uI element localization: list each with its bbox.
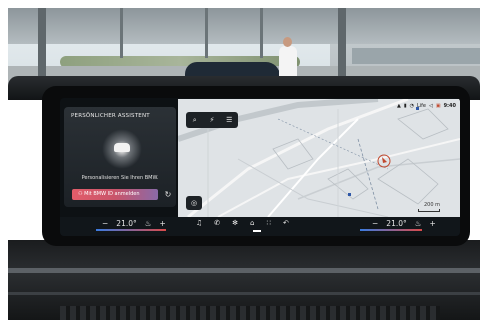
roof-beam xyxy=(260,8,263,58)
assistant-title: PERSÖNLICHER ASSISTENT xyxy=(71,113,150,119)
fan-icon[interactable]: ✻ xyxy=(232,219,238,227)
temp-down-right-button[interactable]: − xyxy=(372,219,378,228)
infotainment-screen: ▲ ▮ ◔ Life ◁ ▣ 9:40 ⌕ ⚡ ☰ ◎ 200 m PERSÖN… xyxy=(60,98,460,236)
refresh-icon[interactable]: ↻ xyxy=(162,189,174,200)
temp-control-left: − 21.0° ♨ + xyxy=(102,219,166,228)
home-icon[interactable]: ⌂ xyxy=(250,219,254,227)
apps-icon[interactable]: ∷ xyxy=(266,219,270,227)
battery-icon: ▮ xyxy=(403,102,407,109)
personal-assistant-card[interactable]: PERSÖNLICHER ASSISTENT Personalisieren S… xyxy=(64,107,176,207)
clock: 9:40 xyxy=(443,102,456,109)
building-windows xyxy=(352,48,480,64)
signal-icon: ◔ xyxy=(409,102,414,109)
bmw-id-login-button[interactable]: ⚇ Mit BMW ID anmelden xyxy=(72,189,158,200)
login-label: Mit BMW ID anmelden xyxy=(84,191,140,197)
temp-indicator-right xyxy=(360,229,422,231)
temp-left-value: 21.0° xyxy=(116,219,137,228)
map-scale-label: 200 m xyxy=(424,202,441,208)
person xyxy=(279,46,297,80)
person-head xyxy=(283,37,292,47)
temp-right-value: 21.0° xyxy=(386,219,407,228)
air-vents xyxy=(60,306,440,320)
wifi-icon: ▲ xyxy=(396,102,401,109)
roof-beam xyxy=(205,8,208,58)
volume-icon: ◁ xyxy=(428,102,433,109)
car-icon xyxy=(114,143,130,152)
search-icon[interactable]: ⌕ xyxy=(189,116,201,125)
home-active-indicator xyxy=(253,230,261,232)
roof-beam xyxy=(120,8,123,58)
recenter-icon[interactable]: ◎ xyxy=(186,196,202,210)
map-scale-bar xyxy=(418,209,440,212)
assistant-subtitle: Personalisieren Sie Ihren BMW. xyxy=(81,175,159,181)
map-toolbar: ⌕ ⚡ ☰ xyxy=(186,112,238,128)
temp-indicator-left xyxy=(96,229,166,231)
temp-down-left-button[interactable]: − xyxy=(102,219,108,228)
charging-icon[interactable]: ⚡ xyxy=(206,116,218,124)
notification-icon: ▣ xyxy=(435,102,441,109)
dashboard-trim xyxy=(8,292,480,295)
bottom-nav: ♫ ✆ ✻ ⌂ ∷ ↶ xyxy=(196,219,289,227)
drive-mode: Life xyxy=(416,102,426,109)
seat-heat-right-icon[interactable]: ♨ xyxy=(415,219,422,228)
temp-up-right-button[interactable]: + xyxy=(429,219,435,228)
temp-control-right: − 21.0° ♨ + xyxy=(372,219,436,228)
photo-scene: ▲ ▮ ◔ Life ◁ ▣ 9:40 ⌕ ⚡ ☰ ◎ 200 m PERSÖN… xyxy=(0,0,488,329)
temp-up-left-button[interactable]: + xyxy=(159,219,165,228)
phone-icon[interactable]: ✆ xyxy=(214,219,220,227)
status-bar: ▲ ▮ ◔ Life ◁ ▣ 9:40 xyxy=(397,101,456,110)
carport-roof xyxy=(8,8,480,44)
dashboard-trim xyxy=(8,268,480,273)
music-icon[interactable]: ♫ xyxy=(196,219,202,227)
back-icon[interactable]: ↶ xyxy=(283,219,289,227)
list-icon[interactable]: ☰ xyxy=(223,116,235,124)
seat-heat-left-icon[interactable]: ♨ xyxy=(145,219,152,228)
